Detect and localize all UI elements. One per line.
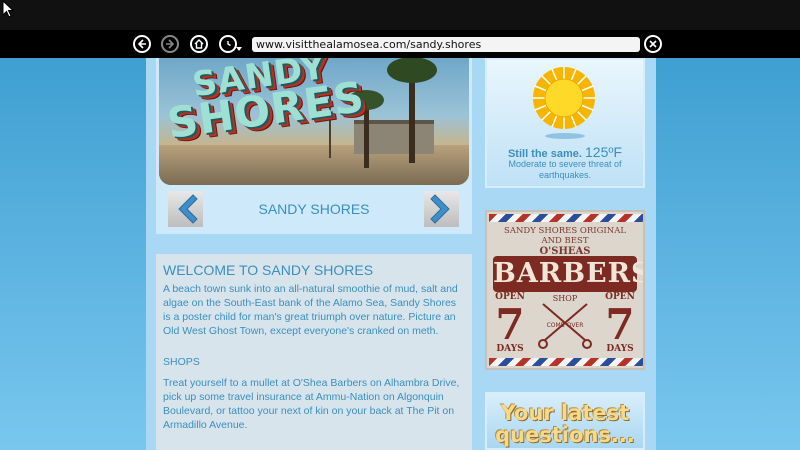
barbers-tagline-2: AND BEST [541, 236, 589, 246]
back-button[interactable] [133, 35, 151, 53]
chevron-right-icon [429, 194, 450, 224]
sandy-shores-logo: SANDY SHORES [164, 58, 368, 149]
seven-right: 7 [605, 300, 635, 349]
weather-summary: Still the same. 125ºF [507, 144, 623, 160]
previous-slide-button[interactable] [168, 191, 203, 227]
mouse-cursor-icon [2, 0, 15, 18]
shops-heading: SHOPS [163, 356, 200, 368]
slide-caption: SANDY SHORES [258, 201, 370, 217]
days-label-left: DAYS [496, 344, 524, 354]
chevron-down-icon[interactable] [236, 47, 242, 52]
address-bar[interactable]: www.visitthealamosea.com/sandy.shores [252, 37, 640, 52]
barbers-banner: BARBERS [493, 256, 643, 292]
close-icon [649, 40, 657, 48]
weather-detail: Moderate to severe threat of earthquakes… [508, 159, 622, 180]
title-bar [0, 0, 800, 30]
comb-over-label: COMB OVER [546, 322, 584, 329]
next-slide-button[interactable] [424, 191, 459, 227]
home-button[interactable] [190, 35, 208, 53]
shops-paragraph: Treat yourself to a mullet at O'Shea Bar… [163, 377, 460, 431]
back-arrow-icon [137, 39, 146, 49]
barber-stripe-bottom [489, 358, 643, 366]
forward-arrow-icon [166, 39, 175, 49]
barbers-ad[interactable]: SANDY SHORES ORIGINAL AND BEST O'SHEAS B… [485, 210, 645, 370]
barbers-tagline-1: SANDY SHORES ORIGINAL [504, 226, 626, 236]
welcome-paragraph: A beach town sunk into an all-natural sm… [163, 283, 458, 337]
hero-image: SANDY SHORES [159, 58, 469, 185]
days-label-right: DAYS [606, 344, 634, 354]
close-button[interactable] [644, 35, 662, 53]
sun-shadow [545, 133, 585, 139]
forward-button[interactable] [161, 35, 179, 53]
temperature: 125ºF [585, 144, 623, 160]
questions-ad-text: Your latest questions... [495, 401, 635, 447]
chevron-left-icon [177, 194, 198, 224]
barber-stripe-top [489, 214, 643, 222]
welcome-heading: WELCOME TO SANDY SHORES [163, 262, 374, 278]
seven-left: 7 [495, 300, 525, 349]
home-icon [194, 39, 204, 49]
sun-icon [533, 67, 595, 129]
history-button[interactable] [219, 35, 237, 53]
browser-toolbar: www.visitthealamosea.com/sandy.shores [0, 30, 800, 58]
clock-icon [227, 41, 231, 47]
